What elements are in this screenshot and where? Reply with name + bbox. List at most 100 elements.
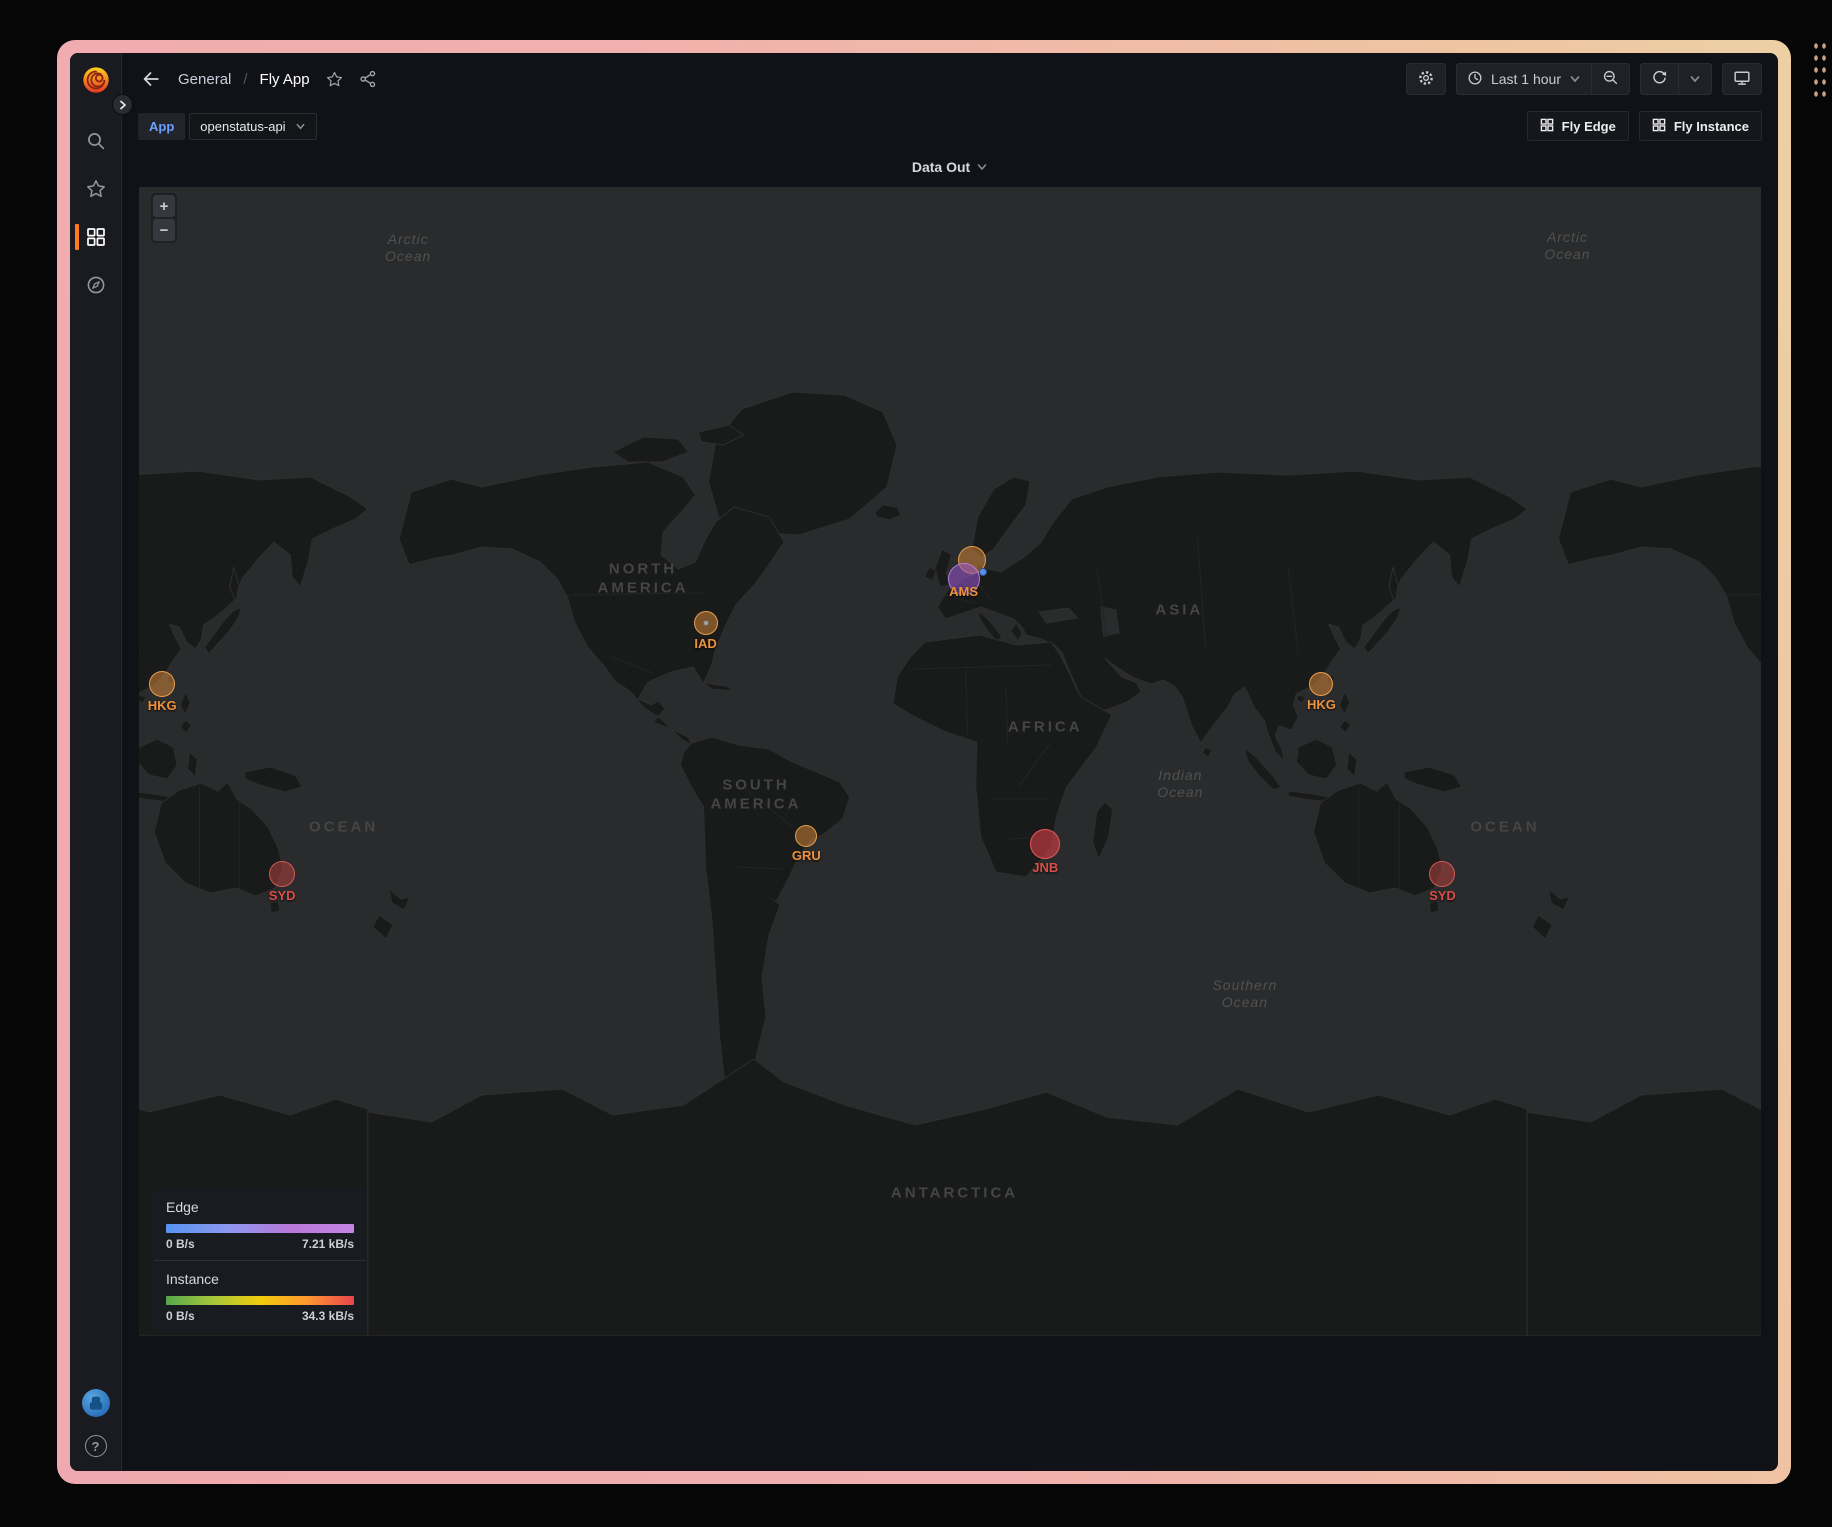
dashboard-link-fly-edge[interactable]: Fly Edge xyxy=(1527,111,1629,141)
grafana-logo[interactable] xyxy=(81,65,111,95)
apps-grid-icon xyxy=(1652,118,1666,135)
map-legend: Edge 0 B/s 7.21 kB/s Instance 0 B/s 34.3… xyxy=(154,1189,366,1332)
map-label: Ocean xyxy=(1222,994,1268,1010)
legend-min: 0 B/s xyxy=(166,1309,195,1323)
marker-circle[interactable] xyxy=(795,825,817,847)
app-variable-label: App xyxy=(138,113,185,140)
time-range-label: Last 1 hour xyxy=(1491,71,1561,87)
refresh-interval-dropdown[interactable] xyxy=(1678,64,1711,94)
screenshot-frame: ? General / Fly App xyxy=(57,40,1791,1484)
marker-label: SYD xyxy=(269,888,296,903)
breadcrumb-page-title: Fly App xyxy=(260,71,310,88)
dashboard-settings-button[interactable] xyxy=(1406,63,1446,95)
monitor-icon xyxy=(1733,69,1751,90)
app-variable-select[interactable]: openstatus-api xyxy=(189,113,316,140)
panel-title[interactable]: Data Out xyxy=(912,159,970,175)
sidebar-item-starred[interactable] xyxy=(70,165,122,213)
geomap-panel[interactable]: ArcticOceanArcticOceanNORTHAMERICAASIAAF… xyxy=(139,187,1761,1336)
dashboard-header: General / Fly App xyxy=(122,53,1778,105)
main-area: General / Fly App xyxy=(122,53,1778,1471)
dashboard-links: Fly Edge Fly Instance xyxy=(1527,111,1762,141)
app-variable-value: openstatus-api xyxy=(200,119,285,134)
map-overlay: ArcticOceanArcticOceanNORTHAMERICAASIAAF… xyxy=(139,187,1761,1336)
legend-max: 7.21 kB/s xyxy=(302,1237,354,1251)
chevron-down-icon xyxy=(1569,73,1581,85)
help-button[interactable]: ? xyxy=(85,1435,107,1457)
map-label: OCEAN xyxy=(309,818,378,835)
chevron-down-icon xyxy=(1689,73,1701,85)
marker-label: HKG xyxy=(148,698,177,713)
panel-header[interactable]: Data Out xyxy=(122,147,1778,187)
marker-circle[interactable] xyxy=(1030,829,1060,859)
variables-bar: App openstatus-api Fly Edge xyxy=(122,105,1778,147)
map-label: OCEAN xyxy=(1470,818,1539,835)
map-label: SOUTH xyxy=(722,777,790,794)
refresh-group xyxy=(1640,63,1712,95)
sidebar-item-explore[interactable] xyxy=(70,261,122,309)
marker-label: SYD xyxy=(1429,888,1456,903)
marker-circle[interactable] xyxy=(269,861,295,887)
clock-icon xyxy=(1467,70,1483,89)
map-label: AMERICA xyxy=(710,796,801,813)
header-toolbar: Last 1 hour xyxy=(1406,63,1762,95)
time-range-group: Last 1 hour xyxy=(1456,63,1630,95)
map-label: Arctic xyxy=(388,231,429,247)
legend-gradient-bar xyxy=(166,1224,354,1233)
marker-circle[interactable] xyxy=(703,620,709,626)
map-label: Arctic xyxy=(1547,229,1588,245)
map-label: ANTARCTICA xyxy=(891,1185,1018,1202)
back-arrow-button[interactable] xyxy=(140,68,162,90)
user-avatar[interactable] xyxy=(82,1389,110,1417)
favorite-star-button[interactable] xyxy=(326,71,343,88)
map-label: Ocean xyxy=(1157,784,1203,800)
map-zoom-out-button[interactable]: − xyxy=(153,219,175,241)
legend-title: Edge xyxy=(166,1199,354,1215)
apps-grid-icon xyxy=(1540,118,1554,135)
marker-circle[interactable] xyxy=(979,568,987,576)
time-zoom-out-button[interactable] xyxy=(1591,64,1629,94)
link-label: Fly Instance xyxy=(1674,119,1749,134)
legend-max: 34.3 kB/s xyxy=(302,1309,354,1323)
sidebar-expand-button[interactable] xyxy=(112,94,133,115)
legend-section-instance: Instance 0 B/s 34.3 kB/s xyxy=(154,1260,366,1332)
dashboard-link-fly-instance[interactable]: Fly Instance xyxy=(1639,111,1762,141)
breadcrumb-section[interactable]: General xyxy=(178,71,231,88)
map-label: AMERICA xyxy=(598,580,689,597)
marker-circle[interactable] xyxy=(1309,672,1333,696)
help-label: ? xyxy=(92,1439,100,1454)
marker-label: HKG xyxy=(1307,697,1336,712)
marker-circle[interactable] xyxy=(1429,861,1455,887)
legend-section-edge: Edge 0 B/s 7.21 kB/s xyxy=(154,1189,366,1260)
search-icon xyxy=(86,131,106,151)
sidebar-item-dashboards[interactable] xyxy=(70,213,122,261)
map-zoom-in-button[interactable]: + xyxy=(153,195,175,217)
compass-icon xyxy=(86,275,106,295)
star-icon xyxy=(86,179,106,199)
refresh-icon xyxy=(1651,69,1668,89)
window-drag-dots xyxy=(1812,40,1829,98)
gear-icon xyxy=(1417,69,1435,90)
marker-label: GRU xyxy=(792,848,821,863)
map-label: Ocean xyxy=(1544,246,1590,262)
grafana-window: ? General / Fly App xyxy=(70,53,1778,1471)
refresh-button[interactable] xyxy=(1641,64,1678,94)
map-label: NORTH xyxy=(609,561,677,578)
marker-label: JNB xyxy=(1032,860,1058,875)
dashboards-grid-icon xyxy=(86,227,106,247)
sidebar-item-search[interactable] xyxy=(70,117,122,165)
map-label: Indian xyxy=(1158,767,1202,783)
map-zoom-controls: + − xyxy=(151,193,177,243)
map-label: ASIA xyxy=(1155,602,1203,619)
time-range-picker[interactable]: Last 1 hour xyxy=(1457,64,1591,94)
legend-title: Instance xyxy=(166,1271,354,1287)
legend-min: 0 B/s xyxy=(166,1237,195,1251)
marker-label: IAD xyxy=(694,636,716,651)
map-label: Ocean xyxy=(385,248,431,264)
chevron-down-icon xyxy=(295,121,306,132)
active-indicator-bar xyxy=(75,224,79,250)
share-button[interactable] xyxy=(359,70,377,88)
kiosk-mode-button[interactable] xyxy=(1722,63,1762,95)
marker-circle[interactable] xyxy=(149,671,175,697)
map-label: Southern xyxy=(1212,977,1277,993)
panel-menu-chevron-icon[interactable] xyxy=(976,161,988,173)
